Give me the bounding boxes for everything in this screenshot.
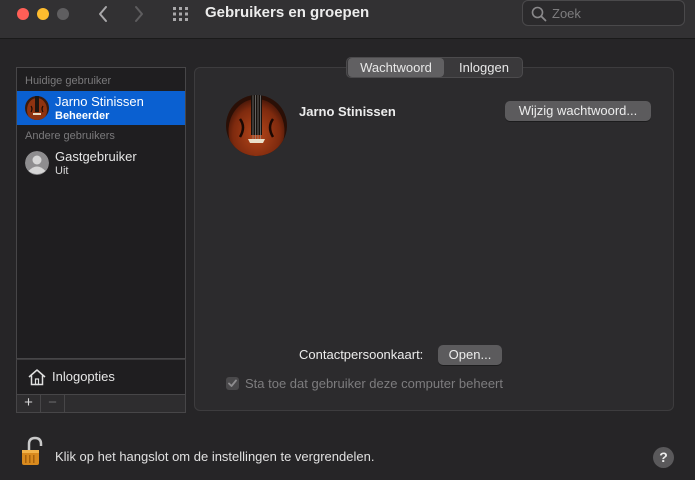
back-button[interactable] bbox=[93, 4, 115, 26]
current-user-header: Huidige gebruiker bbox=[25, 75, 112, 87]
admin-checkbox[interactable] bbox=[226, 377, 239, 390]
tab-password[interactable]: Wachtwoord bbox=[348, 58, 444, 77]
add-remove-bar: + − bbox=[16, 395, 186, 413]
login-options-label: Inlogopties bbox=[52, 369, 115, 384]
tab-login[interactable]: Inloggen bbox=[446, 58, 522, 77]
title-bar: Gebruikers en groepen bbox=[0, 0, 695, 39]
user-picture[interactable] bbox=[226, 95, 287, 156]
close-window-button[interactable] bbox=[17, 8, 29, 20]
minimize-window-button[interactable] bbox=[37, 8, 49, 20]
forward-button[interactable] bbox=[128, 4, 150, 26]
admin-checkbox-label: Sta toe dat gebruiker deze computer behe… bbox=[245, 376, 503, 391]
change-password-button[interactable]: Wijzig wachtwoord... bbox=[505, 101, 651, 121]
violin-avatar bbox=[25, 96, 49, 120]
window-title: Gebruikers en groepen bbox=[205, 4, 370, 21]
unlocked-padlock-icon bbox=[22, 436, 43, 465]
contact-card-label: Contactpersoonkaart: bbox=[299, 347, 424, 362]
search-input[interactable] bbox=[552, 3, 677, 23]
lock-button[interactable] bbox=[20, 436, 44, 473]
user-role: Beheerder bbox=[55, 110, 110, 122]
search-icon bbox=[531, 6, 547, 22]
grid-icon bbox=[173, 7, 188, 21]
show-all-button[interactable] bbox=[171, 5, 191, 23]
zoom-window-button[interactable] bbox=[57, 8, 69, 20]
account-name: Jarno Stinissen bbox=[299, 104, 396, 119]
checkmark-icon bbox=[228, 379, 237, 387]
user-name: Jarno Stinissen bbox=[55, 94, 144, 109]
login-options-item[interactable]: Inlogopties bbox=[16, 359, 186, 395]
other-users-header: Andere gebruikers bbox=[25, 130, 115, 142]
lock-instructions: Klik op het hangslot om de instellingen … bbox=[55, 449, 375, 464]
user-row-jarno[interactable]: Jarno Stinissen Beheerder bbox=[17, 91, 185, 125]
help-button[interactable]: ? bbox=[653, 447, 674, 468]
user-role: Uit bbox=[55, 165, 69, 177]
remove-user-button[interactable]: − bbox=[41, 395, 65, 412]
chevron-left-icon bbox=[99, 6, 107, 22]
user-name: Gastgebruiker bbox=[55, 149, 137, 164]
chevron-right-icon bbox=[135, 6, 143, 22]
tab-control: Wachtwoord Inloggen bbox=[346, 57, 523, 78]
user-row-guest[interactable]: Gastgebruiker Uit bbox=[17, 146, 185, 180]
add-user-button[interactable]: + bbox=[17, 395, 41, 412]
user-list: Huidige gebruiker Jarno Stinissen Beheer… bbox=[16, 67, 186, 359]
house-icon bbox=[28, 369, 46, 386]
search-field[interactable] bbox=[522, 0, 685, 26]
open-contact-button[interactable]: Open... bbox=[438, 345, 502, 365]
guest-avatar-icon bbox=[25, 151, 49, 175]
